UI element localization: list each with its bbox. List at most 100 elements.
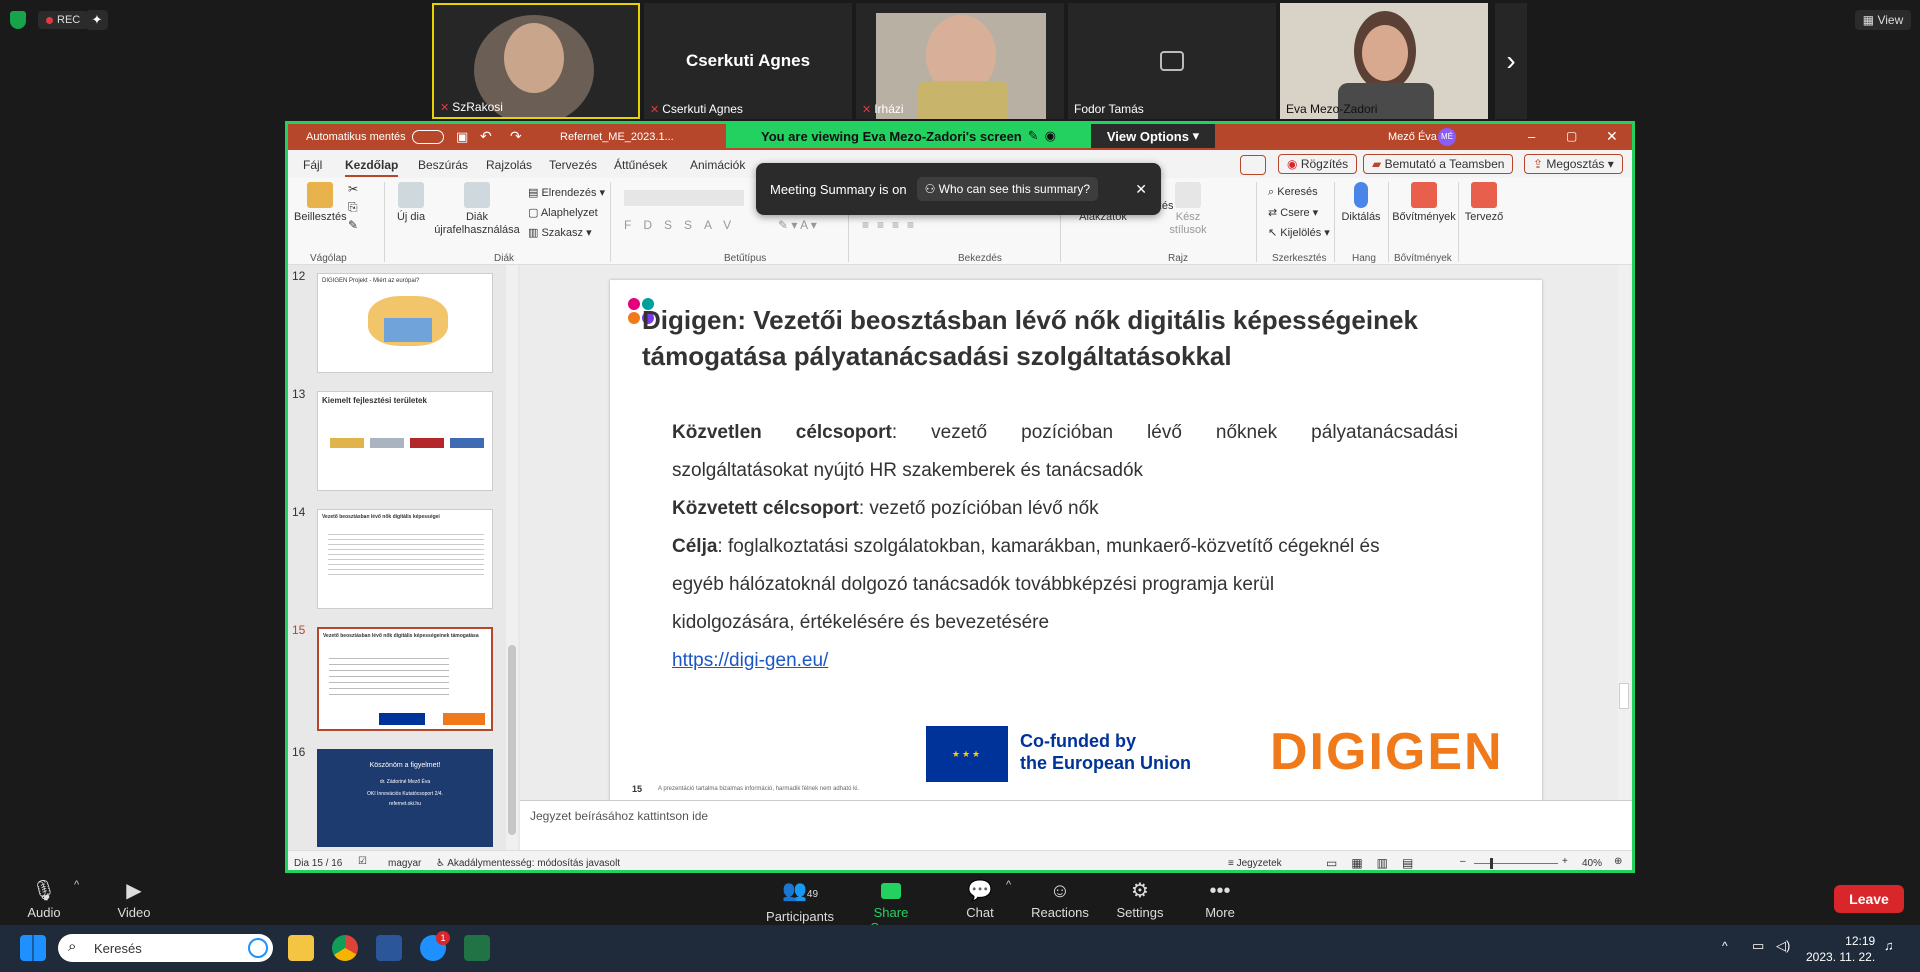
audio-options-chevron-icon[interactable]: ^	[74, 879, 79, 891]
cut-icon[interactable]: ✂	[348, 182, 358, 196]
scroll-thumb[interactable]	[1619, 683, 1629, 709]
ai-sparkle-icon[interactable]: ✦	[86, 10, 108, 30]
comments-icon[interactable]	[1240, 155, 1266, 175]
speaker-icon[interactable]: ◁)	[1776, 938, 1790, 954]
security-shield-icon[interactable]	[10, 11, 26, 29]
chrome-icon[interactable]	[332, 935, 358, 961]
taskbar-clock[interactable]: 12:19 2023. 11. 22.	[1806, 933, 1875, 965]
user-avatar[interactable]: MÉ	[1438, 128, 1456, 146]
present-in-teams-button[interactable]: ▰ Bemutató a Teamsben	[1363, 154, 1514, 174]
dictate-button[interactable]: Diktálás	[1338, 182, 1384, 223]
notifications-bell-icon[interactable]: ♫	[1884, 938, 1894, 953]
shared-screen: Automatikus mentés ▣ ↶ ↷ Refernet_ME_202…	[285, 121, 1635, 873]
record-button[interactable]: ◉ Rögzítés	[1278, 154, 1358, 174]
digigen-link[interactable]: https://digi-gen.eu/	[672, 650, 828, 671]
who-can-see-button[interactable]: ⚇ Who can see this summary?	[916, 177, 1099, 201]
view-options-button[interactable]: View Options ▾	[1091, 124, 1215, 148]
annotate-icon[interactable]: ✎	[1028, 128, 1039, 144]
find-button[interactable]: ⌕ Keresés	[1268, 186, 1318, 199]
tab-file[interactable]: Fájl	[303, 158, 322, 172]
tray-chevron-icon[interactable]: ^	[1722, 939, 1728, 953]
video-tile-szrakosi[interactable]: ✕ SzRakosi	[432, 3, 640, 119]
zoom-slider-thumb[interactable]	[1490, 858, 1493, 869]
tab-insert[interactable]: Beszúrás	[418, 158, 468, 172]
designer-button[interactable]: Tervező	[1462, 182, 1506, 223]
tab-draw[interactable]: Rajzolás	[486, 158, 532, 172]
taskbar-search-box[interactable]: ⌕ Keresés	[58, 934, 273, 962]
thumbnail-13[interactable]: Kiemelt fejlesztési területek	[317, 391, 493, 491]
notes-pane[interactable]: Jegyzet beírásához kattintson ide	[520, 800, 1632, 832]
highlight-icon[interactable]: ✎ ▾ A ▾	[778, 218, 817, 232]
word-icon[interactable]	[376, 935, 402, 961]
font-format-buttons[interactable]: FDSSAV	[624, 218, 743, 232]
leave-button[interactable]: Leave	[1834, 885, 1904, 913]
redo-icon[interactable]: ↷	[510, 128, 522, 145]
share-button[interactable]: ⇪ Megosztás ▾	[1524, 154, 1623, 174]
new-slide-button[interactable]: Új dia	[392, 182, 430, 223]
format-painter-icon[interactable]: ✎	[348, 218, 358, 232]
zoom-level[interactable]: 40%	[1582, 858, 1602, 869]
chat-button[interactable]: 💬 Chat	[964, 879, 996, 920]
replace-button[interactable]: ⇄ Csere ▾	[1268, 206, 1318, 219]
audio-button[interactable]: 🎙 Audio	[22, 879, 66, 920]
participants-button[interactable]: 👥49 Participants	[764, 879, 836, 924]
tab-transitions[interactable]: Áttűnések	[614, 158, 667, 172]
next-page-arrow-icon[interactable]: ›	[1495, 3, 1527, 119]
zoom-slider[interactable]	[1474, 863, 1558, 864]
accessibility-status[interactable]: ♿ Akadálymentesség: módosítás javasolt	[436, 858, 620, 869]
font-name-box[interactable]	[624, 190, 744, 206]
close-icon[interactable]: ✕	[1606, 128, 1618, 145]
autosave-toggle[interactable]	[412, 130, 444, 144]
thumbnail-14[interactable]: Vezető beosztásban lévő nők digitális ké…	[317, 509, 493, 609]
thumbnail-15-selected[interactable]: Vezető beosztásban lévő nők digitális ké…	[317, 627, 493, 731]
language-label[interactable]: magyar	[388, 858, 421, 869]
file-explorer-icon[interactable]	[288, 935, 314, 961]
fit-slide-icon[interactable]: ⊕	[1614, 856, 1622, 867]
recording-badge[interactable]: REC	[38, 11, 89, 29]
save-icon[interactable]: ▣	[456, 129, 468, 145]
paste-button[interactable]: Beillesztés	[294, 182, 347, 223]
more-button[interactable]: ••• More	[1200, 879, 1240, 920]
video-tile-irhazi[interactable]: ✕ Irházi	[856, 3, 1064, 119]
video-tile-eva[interactable]: Eva Mezo-Zadori	[1280, 3, 1488, 119]
tab-animations[interactable]: Animációk	[690, 158, 745, 172]
maximize-icon[interactable]: ▢	[1566, 129, 1577, 143]
video-tile-cserkuti[interactable]: Cserkuti Agnes ✕ Cserkuti Agnes	[644, 3, 852, 119]
accessibility-icon: ♿	[436, 858, 445, 869]
current-slide[interactable]: Digigen: Vezetői beosztásban lévő nők di…	[610, 280, 1542, 805]
chat-options-chevron-icon[interactable]: ^	[1006, 879, 1011, 891]
settings-button[interactable]: ⚙ Settings	[1112, 879, 1168, 920]
alignment-buttons[interactable]: ≡≡≡≡	[862, 218, 922, 232]
thumbnails-scrollbar[interactable]	[506, 265, 518, 850]
tab-home[interactable]: Kezdőlap	[345, 158, 399, 177]
notes-toggle[interactable]: ≡ Jegyzetek	[1228, 858, 1282, 869]
zoom-in-icon[interactable]: +	[1562, 856, 1568, 867]
bing-icon	[248, 938, 268, 958]
tab-design[interactable]: Tervezés	[549, 158, 597, 172]
windows-start-icon[interactable]	[20, 935, 46, 961]
reuse-slides-button[interactable]: Diák újrafelhasználása	[434, 182, 520, 237]
close-toast-icon[interactable]: ✕	[1135, 181, 1147, 198]
section-button[interactable]: ▥ Szakasz ▾	[528, 226, 592, 239]
thumbnail-12[interactable]: DIGIGEN Projekt - Miért az európai?	[317, 273, 493, 373]
undo-icon[interactable]: ↶	[480, 128, 492, 145]
network-icon[interactable]: ▭	[1752, 938, 1764, 954]
excel-icon[interactable]	[464, 935, 490, 961]
thumbnail-16[interactable]: Köszönöm a figyelmet! dr. Zádoriné Mező …	[317, 749, 493, 847]
layout-button[interactable]: ▤ Elrendezés ▾	[528, 186, 605, 199]
reactions-button[interactable]: ☺ Reactions	[1030, 879, 1090, 920]
scroll-thumb[interactable]	[508, 645, 516, 835]
zoom-out-icon[interactable]: –	[1460, 856, 1466, 867]
canvas-scrollbar[interactable]	[1618, 265, 1630, 802]
video-tile-fodor[interactable]: Fodor Tamás	[1068, 3, 1276, 119]
copy-icon[interactable]: ⎘	[348, 200, 358, 215]
addins-button[interactable]: Bővítmények	[1392, 182, 1456, 223]
spellcheck-icon[interactable]: ☑	[358, 856, 367, 867]
video-button[interactable]: ▶ Video	[112, 879, 156, 920]
select-button[interactable]: ↖ Kijelölés ▾	[1268, 226, 1330, 239]
view-button[interactable]: ▦ View	[1855, 10, 1911, 30]
quick-styles-button[interactable]: Kész stílusok	[1168, 182, 1208, 237]
view-mode-buttons[interactable]: ▭▦▥▤	[1326, 856, 1427, 870]
minimize-icon[interactable]: –	[1528, 129, 1535, 144]
reset-button[interactable]: ▢ Alaphelyzet	[528, 206, 598, 219]
